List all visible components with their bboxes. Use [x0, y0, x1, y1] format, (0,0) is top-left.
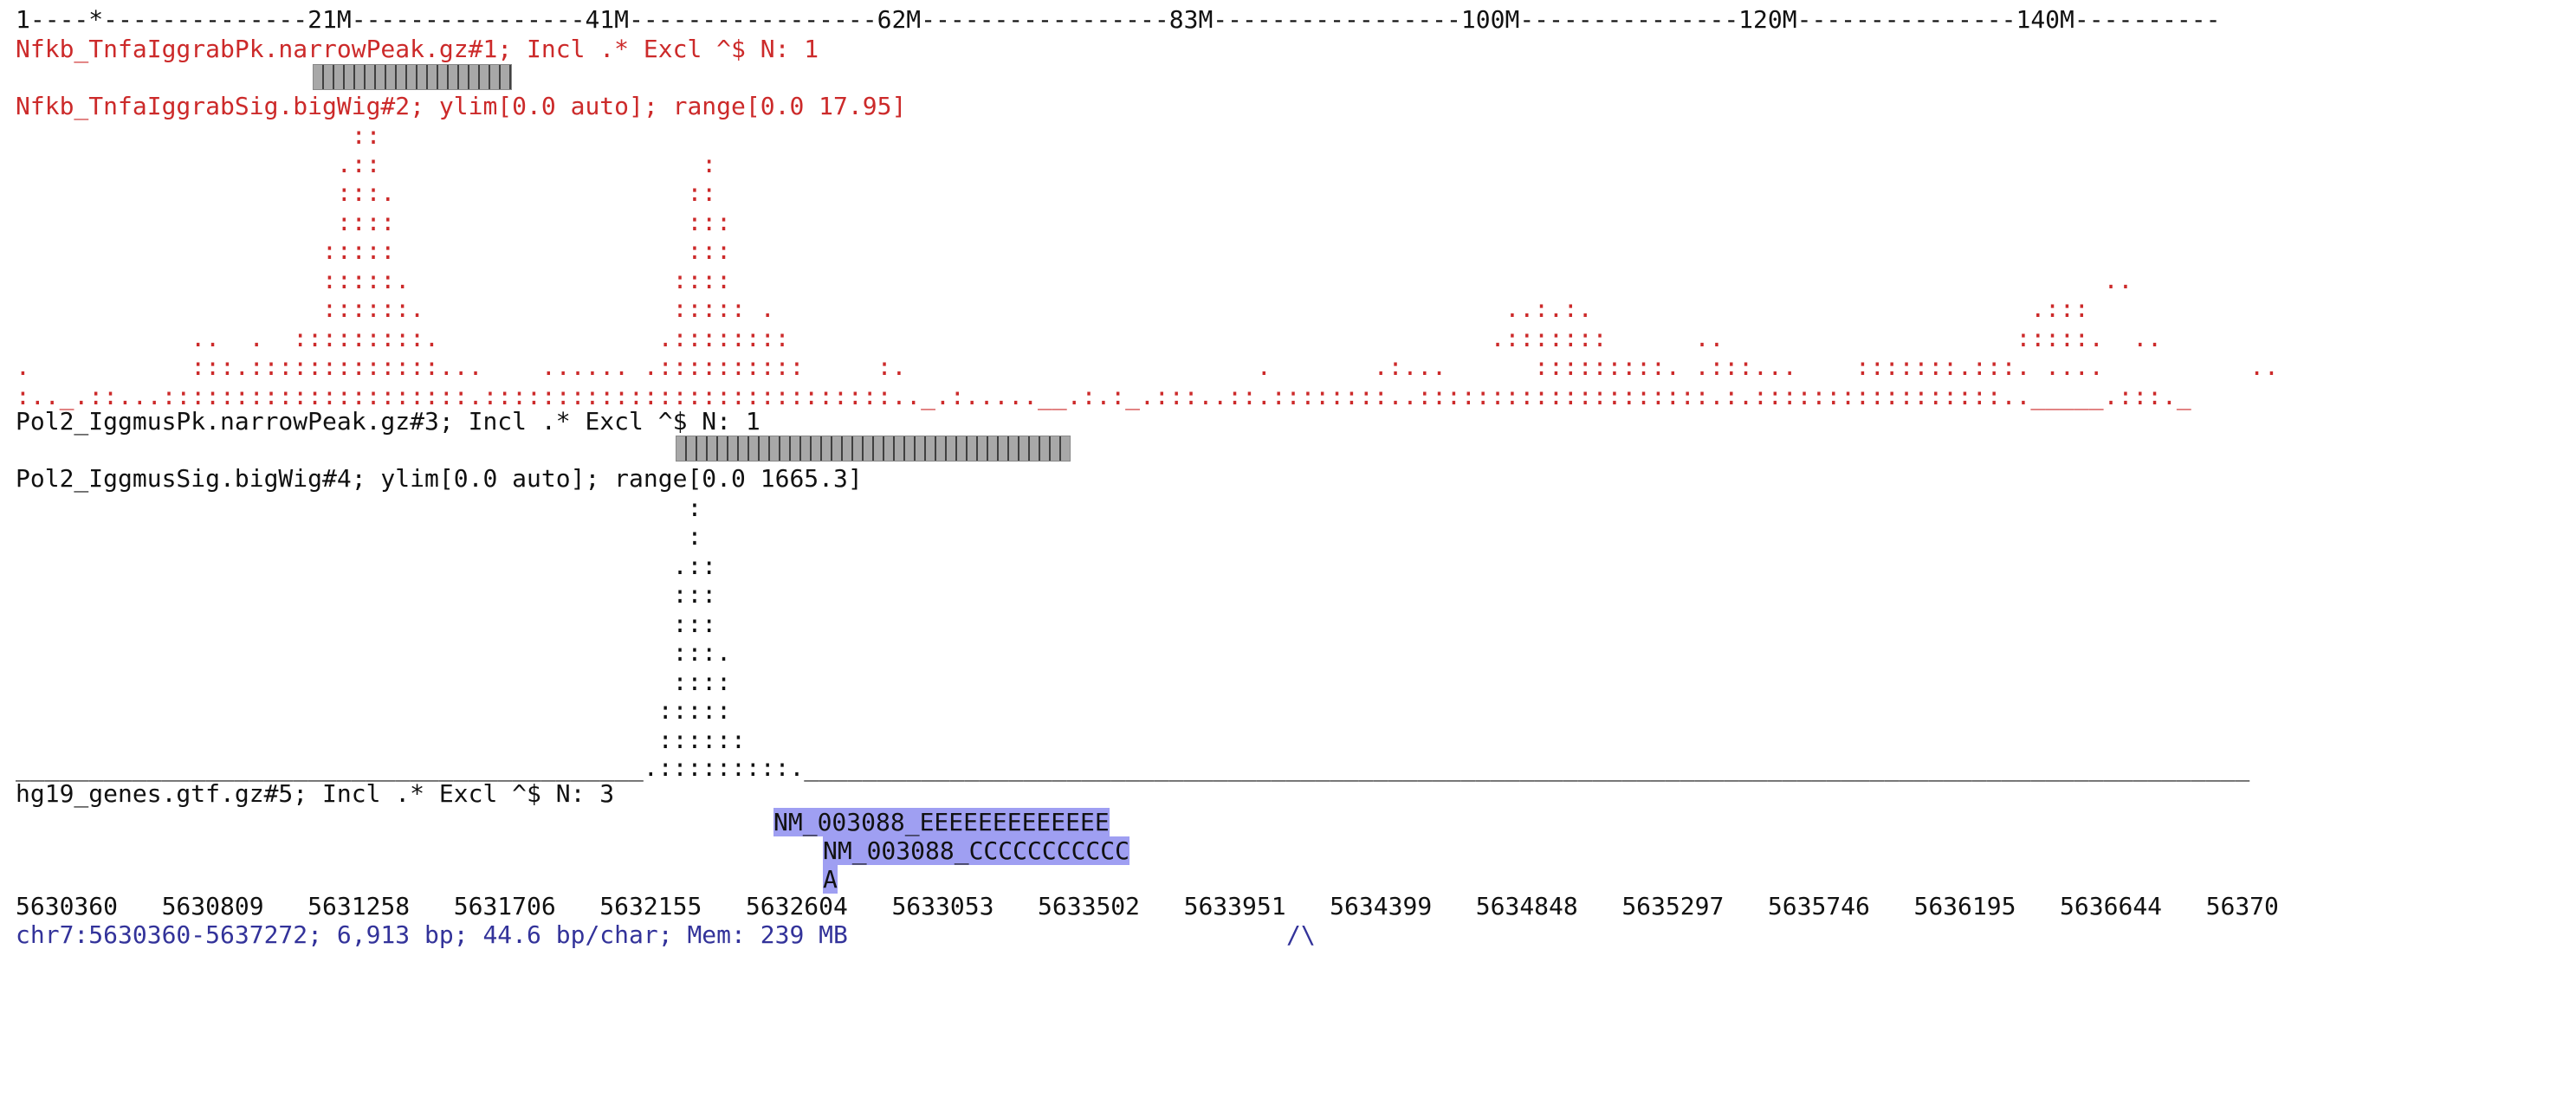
nfkb-signal-row: .. . :::::::::. .:::::::: .::::::: .. ::…	[16, 324, 2236, 352]
pol2-signal-row: :	[16, 494, 2265, 522]
pol2-signal-row: ::::::	[16, 726, 2265, 754]
nfkb-signal-row: :::: :::	[16, 208, 2279, 236]
pol2-signal-row: :::::	[16, 696, 2265, 725]
pol2-signal-baseline: ________________________________________…	[16, 753, 2250, 782]
nfkb-signal-row: ::::::. ::::: . ..:.:. .:::	[16, 294, 2221, 323]
track-header-pol2-peak[interactable]: Pol2_IggmusPk.narrowPeak.gz#3; Incl .* E…	[16, 407, 761, 436]
genomic-coordinate-axis: 5630360 5630809 5631258 5631706 5632155 …	[16, 892, 2279, 920]
nfkb-signal-row: :::::. :::: ..	[16, 266, 2265, 294]
pol2-signal-row: .::	[16, 552, 2265, 580]
pol2-peak-feature[interactable]	[676, 436, 1071, 462]
gene-feature-exon[interactable]: NM_003088_EEEEEEEEEEEEE	[773, 808, 1110, 836]
pol2-signal-row: :	[16, 522, 2265, 551]
pol2-signal-row: :::	[16, 610, 2265, 638]
nfkb-peak-feature[interactable]	[313, 64, 512, 90]
status-line: chr7:5630360-5637272; 6,913 bp; 44.6 bp/…	[16, 920, 848, 949]
pol2-signal-row: :::.	[16, 638, 2265, 667]
track-header-nfkb-peak[interactable]: Nfkb_TnfaIggrabPk.narrowPeak.gz#1; Incl …	[16, 35, 819, 64]
nfkb-signal-row: :::. ::	[16, 178, 2279, 207]
track-header-nfkb-signal[interactable]: Nfkb_TnfaIggrabSig.bigWig#2; ylim[0.0 au…	[16, 92, 906, 121]
chromosome-ruler: 1----*--------------21M----------------4…	[16, 5, 2221, 34]
nfkb-signal-row: ::	[16, 121, 2279, 150]
track-header-genes[interactable]: hg19_genes.gtf.gz#5; Incl .* Excl ^$ N: …	[16, 779, 614, 809]
cursor-marker: /\	[1286, 920, 1316, 949]
nfkb-signal-row: . :::.:::::::::::::... ...... .:::::::::…	[16, 352, 2308, 381]
track-header-pol2-signal[interactable]: Pol2_IggmusSig.bigWig#4; ylim[0.0 auto];…	[16, 464, 863, 494]
gene-feature-strand[interactable]: A	[823, 865, 838, 894]
pol2-signal-row: :::	[16, 580, 2265, 609]
gene-feature-cds[interactable]: NM_003088_CCCCCCCCCCC	[823, 836, 1130, 865]
nfkb-signal-row: ::::: :::	[16, 236, 2279, 265]
pol2-signal-row: ::::	[16, 668, 2265, 696]
nfkb-signal-row: .:: :	[16, 150, 2279, 178]
